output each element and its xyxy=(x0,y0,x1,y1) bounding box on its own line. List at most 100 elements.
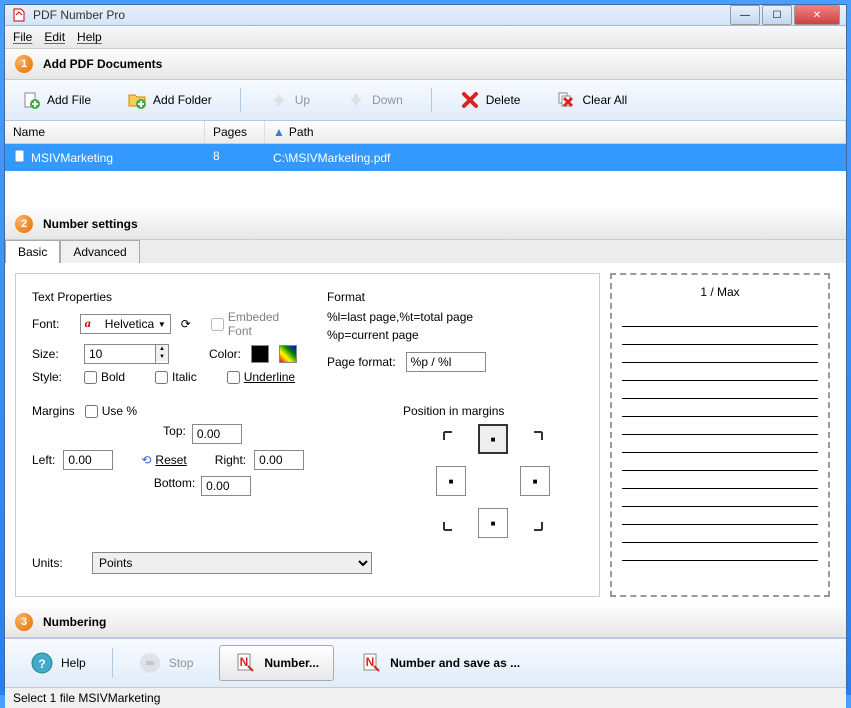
add-file-button[interactable]: Add File xyxy=(13,86,99,114)
text-properties: Text Properties Font: a Helvetica ▼ ⟳ Em… xyxy=(32,290,297,390)
status-text: Select 1 file MSIVMarketing xyxy=(13,691,160,705)
help-button[interactable]: ? Help xyxy=(17,646,100,680)
pos-mid-right[interactable]: ■ xyxy=(520,466,550,496)
color-picker-button[interactable] xyxy=(279,345,297,363)
number-icon: N xyxy=(234,652,256,674)
position-grid: ■ ■ ■ ■ xyxy=(403,424,583,538)
clear-all-button[interactable]: Clear All xyxy=(548,86,635,114)
section-3-title: Numbering xyxy=(43,615,106,629)
spin-up-icon[interactable]: ▲ xyxy=(156,345,168,353)
col-pages[interactable]: Pages xyxy=(205,121,265,143)
svg-text:?: ? xyxy=(38,657,45,671)
pos-bottom-center[interactable]: ■ xyxy=(478,508,508,538)
reset-button[interactable]: ⟲ Reset xyxy=(141,453,186,467)
color-swatch[interactable] xyxy=(251,345,269,363)
embed-font-checkbox[interactable] xyxy=(211,318,224,331)
file-list: Name Pages ▲ Path MSIVMarketing 8 C:\MSI… xyxy=(5,121,846,209)
file-name: MSIVMarketing xyxy=(31,151,113,165)
delete-label: Delete xyxy=(486,93,521,107)
left-input[interactable] xyxy=(63,450,113,470)
italic-label: Italic xyxy=(172,370,197,384)
delete-button[interactable]: Delete xyxy=(452,86,529,114)
col-path[interactable]: ▲ Path xyxy=(265,121,846,143)
section-number-settings: 2 Number settings xyxy=(5,209,846,240)
number-save-label: Number and save as ... xyxy=(390,656,520,670)
svg-text:N: N xyxy=(240,655,249,669)
menu-file[interactable]: File xyxy=(13,30,32,44)
clear-all-label: Clear All xyxy=(582,93,627,107)
top-label: Top: xyxy=(163,424,186,444)
size-spinner[interactable]: ▲▼ xyxy=(84,344,169,364)
section-1-title: Add PDF Documents xyxy=(43,57,162,71)
number-button[interactable]: N Number... xyxy=(219,645,334,681)
minimize-button[interactable]: — xyxy=(730,5,760,25)
font-select[interactable]: a Helvetica ▼ xyxy=(80,314,171,334)
tab-advanced[interactable]: Advanced xyxy=(60,240,139,263)
preview-line xyxy=(622,327,818,345)
pos-top-right[interactable] xyxy=(520,424,550,454)
window-buttons: — ☐ ✕ xyxy=(730,5,840,25)
menu-edit[interactable]: Edit xyxy=(44,30,65,44)
preview-line xyxy=(622,435,818,453)
size-label: Size: xyxy=(32,347,74,361)
format-hint-2: %p=current page xyxy=(327,328,583,342)
up-label: Up xyxy=(295,93,310,107)
pos-bottom-right[interactable] xyxy=(520,508,550,538)
add-file-icon xyxy=(21,90,41,110)
titlebar: PDF Number Pro — ☐ ✕ xyxy=(5,5,846,26)
right-input[interactable] xyxy=(254,450,304,470)
reset-icon: ⟲ xyxy=(141,453,151,467)
number-save-button[interactable]: N Number and save as ... xyxy=(346,646,534,680)
help-icon: ? xyxy=(31,652,53,674)
font-value: Helvetica xyxy=(105,317,154,331)
step-badge-3: 3 xyxy=(15,613,33,631)
app-window: PDF Number Pro — ☐ ✕ File Edit Help 1 Ad… xyxy=(4,4,847,691)
bold-checkbox[interactable] xyxy=(84,371,97,384)
close-button[interactable]: ✕ xyxy=(794,5,840,25)
left-label: Left: xyxy=(32,453,55,467)
page-format-label: Page format: xyxy=(327,355,396,369)
top-input[interactable] xyxy=(192,424,242,444)
margins-group: Margins Use % Top: Left: ⟲ Reset xyxy=(32,404,373,538)
refresh-icon[interactable]: ⟳ xyxy=(181,317,191,331)
pos-center[interactable] xyxy=(478,466,508,496)
stop-icon xyxy=(139,652,161,674)
up-icon xyxy=(269,90,289,110)
tab-basic[interactable]: Basic xyxy=(5,240,60,263)
margins-legend: Margins xyxy=(32,404,75,418)
up-button[interactable]: Up xyxy=(261,86,318,114)
italic-checkbox[interactable] xyxy=(155,371,168,384)
add-folder-button[interactable]: Add Folder xyxy=(119,86,220,114)
pos-top-center[interactable]: ■ xyxy=(478,424,508,454)
statusbar: Select 1 file MSIVMarketing xyxy=(5,687,846,708)
spin-down-icon[interactable]: ▼ xyxy=(156,353,168,361)
number-label: Number... xyxy=(264,656,319,670)
delete-icon xyxy=(460,90,480,110)
stop-button[interactable]: Stop xyxy=(125,646,208,680)
pos-mid-left[interactable]: ■ xyxy=(436,466,466,496)
maximize-button[interactable]: ☐ xyxy=(762,5,792,25)
down-button[interactable]: Down xyxy=(338,86,411,114)
use-percent-checkbox[interactable] xyxy=(85,405,98,418)
underline-checkbox[interactable] xyxy=(227,371,240,384)
file-row[interactable]: MSIVMarketing 8 C:\MSIVMarketing.pdf xyxy=(5,144,846,171)
page-format-input[interactable] xyxy=(406,352,486,372)
size-input[interactable] xyxy=(84,344,156,364)
col-name[interactable]: Name xyxy=(5,121,205,143)
window-title: PDF Number Pro xyxy=(33,8,730,22)
chevron-down-icon: ▼ xyxy=(158,320,166,329)
units-select[interactable]: Points xyxy=(92,552,372,574)
bottom-input[interactable] xyxy=(201,476,251,496)
pos-top-left[interactable] xyxy=(436,424,466,454)
pos-bottom-left[interactable] xyxy=(436,508,466,538)
menu-help[interactable]: Help xyxy=(77,30,102,44)
format-group: Format %l=last page,%t=total page %p=cur… xyxy=(327,290,583,390)
help-label: Help xyxy=(61,656,86,670)
clear-all-icon xyxy=(556,90,576,110)
font-icon: a xyxy=(85,316,101,332)
format-hint-1: %l=last page,%t=total page xyxy=(327,310,583,324)
preview-line xyxy=(622,399,818,417)
use-percent-label: Use % xyxy=(102,404,137,418)
preview-line xyxy=(622,363,818,381)
down-label: Down xyxy=(372,93,403,107)
